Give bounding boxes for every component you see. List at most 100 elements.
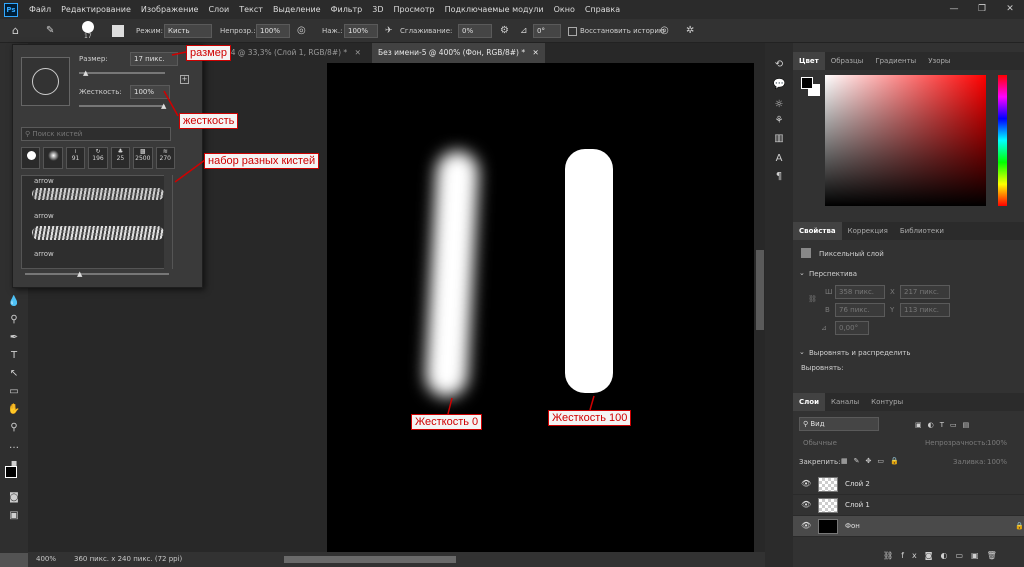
brushes-icon[interactable]: ⚘ [773, 115, 785, 127]
menu-select[interactable]: Выделение [268, 5, 326, 14]
hardness-slider[interactable] [79, 105, 165, 107]
rotation-field[interactable]: 0,00° [835, 321, 869, 335]
eye-icon[interactable]: 👁 [801, 500, 811, 509]
arrow-brush-preview[interactable] [32, 188, 164, 200]
preview-size-handle[interactable]: ▲ [77, 270, 82, 278]
symmetry-icon[interactable]: ✲ [686, 24, 694, 38]
airbrush-icon[interactable]: ✈ [385, 24, 393, 38]
minimize-button[interactable]: — [940, 0, 968, 19]
tab-paths[interactable]: Контуры [865, 393, 909, 411]
brush-search-input[interactable]: ⚲ Поиск кистей [21, 127, 171, 141]
color-picker-field[interactable] [825, 75, 986, 206]
brush-angle-preview[interactable] [21, 57, 70, 106]
dodge-tool-icon[interactable]: ⚲ [7, 313, 21, 327]
tab-swatches[interactable]: Образцы [825, 52, 870, 70]
character-icon[interactable]: A [773, 153, 785, 165]
size-slider[interactable] [79, 72, 165, 74]
preset-25[interactable]: ♣ 25 [110, 147, 131, 169]
hue-slider[interactable] [998, 75, 1007, 206]
screen-mode-icon[interactable]: ▣ [7, 509, 21, 523]
menu-view[interactable]: Просмотр [389, 5, 440, 14]
angle-field[interactable]: 0° [533, 24, 561, 38]
menu-help[interactable]: Справка [580, 5, 625, 14]
menu-plugins[interactable]: Подключаемые модули [440, 5, 549, 14]
layer-row[interactable]: 👁 Слой 2 [793, 474, 1024, 495]
menu-window[interactable]: Окно [549, 5, 580, 14]
y-field[interactable]: 113 пикс. [900, 303, 950, 317]
history-icon[interactable]: ⟲ [773, 59, 785, 71]
tab-document-5[interactable]: Без имени-5 @ 400% (Фон, RGB/8#) * ✕ [372, 43, 545, 63]
chevron-down-icon[interactable]: ⌄ [799, 348, 805, 356]
tab-close-icon[interactable]: ✕ [532, 48, 538, 57]
menu-filter[interactable]: Фильтр [326, 5, 368, 14]
quick-mask-icon[interactable]: ◙ [7, 491, 21, 505]
opacity-value[interactable]: 100% [987, 439, 1007, 447]
vertical-scrollbar[interactable] [756, 250, 764, 330]
restore-history-checkbox[interactable] [568, 27, 577, 36]
tab-adjustments[interactable]: Коррекция [842, 222, 894, 240]
more-tools-icon[interactable]: … [7, 439, 21, 453]
eraser-tool-icon[interactable]: ✎ [46, 24, 54, 38]
path-select-icon[interactable]: ↖ [7, 367, 21, 381]
layer-kind-filter[interactable]: ⚲ Вид [799, 417, 879, 431]
preset-270[interactable]: ≋ 270 [155, 147, 175, 169]
layer-actions[interactable]: ⛓fx◙◐▭▣🗑 [883, 551, 1005, 560]
filter-icons[interactable]: ▣◐T▭▤ [915, 421, 975, 429]
x-field[interactable]: 217 пикс. [900, 285, 950, 299]
preset-hard-round[interactable] [21, 147, 41, 169]
blend-mode-select[interactable]: Обычные [803, 439, 837, 447]
brush-settings-icon[interactable] [112, 25, 124, 37]
preset-91[interactable]: ≀ 91 [65, 147, 86, 169]
hand-tool-icon[interactable]: ✋ [7, 403, 21, 417]
pressure-opacity-icon[interactable]: ◎ [297, 24, 306, 38]
layer-row[interactable]: 👁 Слой 1 [793, 495, 1024, 516]
adjustments-icon[interactable]: ☼ [773, 99, 785, 111]
hardness-field[interactable]: 100% [130, 85, 170, 99]
preset-2500[interactable]: ▩ 2500 [133, 147, 153, 169]
tab-gradients[interactable]: Градиенты [869, 52, 922, 70]
comments-icon[interactable]: 💬 [773, 79, 785, 91]
tab-layers[interactable]: Слои [793, 393, 825, 411]
flow-field[interactable]: 100% [344, 24, 378, 38]
pen-tool-icon[interactable]: ✒ [7, 331, 21, 345]
preview-size-slider[interactable] [25, 273, 169, 275]
tab-properties[interactable]: Свойства [793, 222, 842, 240]
menu-layers[interactable]: Слои [203, 5, 234, 14]
color-foreground-swatch[interactable] [801, 77, 813, 89]
preset-196[interactable]: ↻ 196 [88, 147, 108, 169]
menu-file[interactable]: Файл [24, 5, 56, 14]
rectangle-tool-icon[interactable]: ▭ [7, 385, 21, 399]
blur-tool-icon[interactable]: 💧 [7, 295, 21, 309]
link-icon[interactable]: ⛓ [808, 295, 817, 303]
height-field[interactable]: 76 пикс. [835, 303, 885, 317]
arrow-brush-preview[interactable] [32, 226, 164, 240]
eye-icon[interactable]: 👁 [801, 521, 811, 530]
tab-close-icon[interactable]: ✕ [355, 48, 361, 57]
smoothing-field[interactable]: 0% [458, 24, 492, 38]
tab-color[interactable]: Цвет [793, 52, 825, 70]
tab-patterns[interactable]: Узоры [922, 52, 956, 70]
zoom-tool-icon[interactable]: ⚲ [7, 421, 21, 435]
size-field[interactable]: 17 пикс. [130, 52, 178, 66]
size-slider-handle[interactable]: ▲ [83, 69, 88, 77]
paragraph-icon[interactable]: ¶ [773, 171, 785, 183]
eye-icon[interactable]: 👁 [801, 479, 811, 488]
layer-row[interactable]: 👁 Фон 🔒 [793, 516, 1024, 537]
horizontal-scrollbar[interactable] [284, 556, 456, 563]
brush-list-scrollbar[interactable] [164, 175, 172, 269]
width-field[interactable]: 358 пикс. [835, 285, 885, 299]
tab-libraries[interactable]: Библиотеки [894, 222, 950, 240]
opacity-field[interactable]: 100% [256, 24, 290, 38]
hardness-slider-handle[interactable]: ▲ [161, 102, 166, 110]
type-tool-icon[interactable]: T [7, 349, 21, 363]
mode-select[interactable]: Кисть [164, 24, 212, 38]
lock-icons[interactable]: ▦✎✥▭🔒 [841, 457, 905, 465]
menu-3d[interactable]: 3D [367, 5, 388, 14]
restore-button[interactable]: ❐ [968, 0, 996, 19]
document-canvas[interactable] [327, 63, 754, 552]
fill-value[interactable]: 100% [987, 458, 1007, 466]
tab-channels[interactable]: Каналы [825, 393, 865, 411]
pressure-size-icon[interactable]: ◎ [660, 24, 669, 38]
zoom-level[interactable]: 400% [36, 552, 56, 567]
foreground-color-swatch[interactable] [5, 466, 17, 478]
